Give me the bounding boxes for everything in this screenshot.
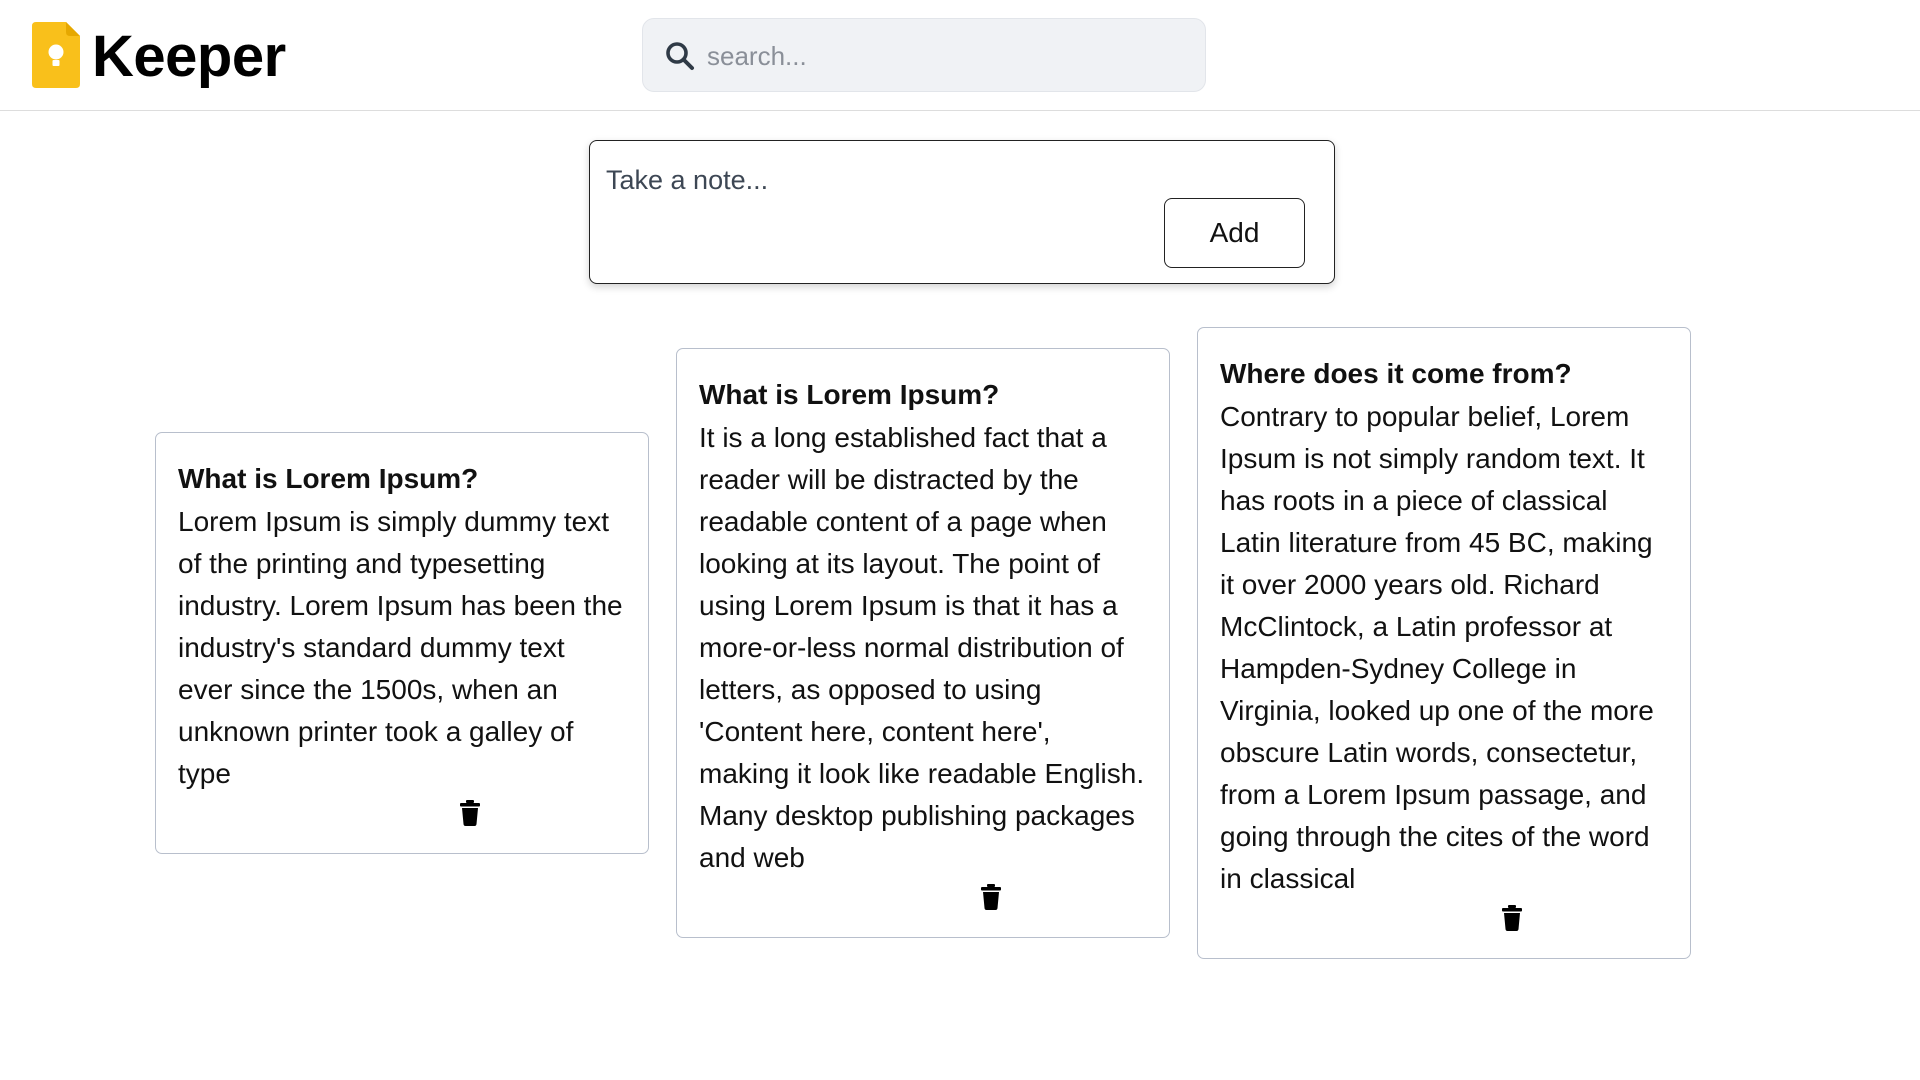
add-note-button[interactable]: Add — [1164, 198, 1305, 268]
app-header: Keeper — [0, 0, 1920, 111]
delete-note-button[interactable] — [1497, 902, 1527, 936]
note-content: Lorem Ipsum is simply dummy text of the … — [178, 506, 623, 789]
lightbulb-note-icon — [32, 22, 80, 88]
note-card: What is Lorem Ipsum? Lorem Ipsum is simp… — [155, 432, 649, 854]
trash-icon — [460, 799, 480, 826]
delete-note-button[interactable] — [976, 881, 1006, 915]
trash-icon — [981, 883, 1001, 910]
note-title: What is Lorem Ipsum? — [178, 463, 479, 494]
note-card: Where does it come from? Contrary to pop… — [1197, 327, 1691, 959]
note-content: Contrary to popular belief, Lorem Ipsum … — [1220, 401, 1654, 894]
note-card: What is Lorem Ipsum? It is a long establ… — [676, 348, 1170, 938]
app-title: Keeper — [92, 24, 286, 89]
trash-icon — [1502, 904, 1522, 931]
search-input[interactable] — [705, 19, 1189, 93]
note-input[interactable] — [604, 159, 1128, 201]
note-title: What is Lorem Ipsum? — [699, 379, 1000, 410]
search-icon — [666, 42, 694, 70]
note-content: It is a long established fact that a rea… — [699, 422, 1145, 873]
note-composer: Add — [589, 140, 1335, 284]
search-bar[interactable] — [642, 18, 1206, 93]
note-title: Where does it come from? — [1220, 358, 1572, 389]
delete-note-button[interactable] — [455, 797, 485, 831]
